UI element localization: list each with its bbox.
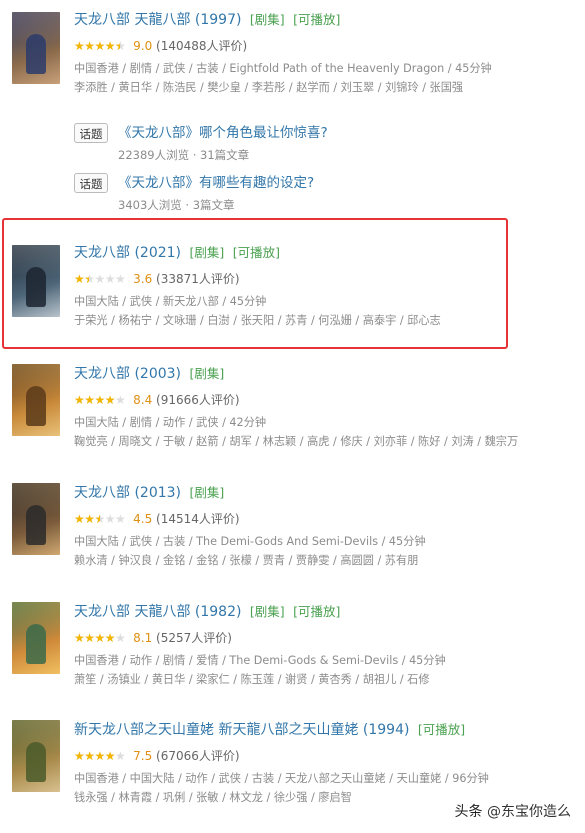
rating-score: 8.1: [133, 631, 153, 645]
meta-genres: 中国大陆 / 武侠 / 新天龙八部 / 45分钟: [74, 295, 267, 308]
result-title-link[interactable]: 天龙八部 天龍八部 (1997): [74, 12, 241, 28]
meta-genres: 中国香港 / 中国大陆 / 动作 / 武侠 / 古装 / 天龙八部之天山童姥 /…: [74, 772, 489, 785]
rating: ★★★★★★★★★★ 8.1 (5257人评价): [74, 630, 575, 646]
rating-score: 7.5: [133, 749, 153, 763]
topic-stats: 3403人浏览 · 3篇文章: [118, 198, 235, 212]
meta-cast: 鞠觉亮 / 周晓文 / 于敏 / 赵箭 / 胡军 / 林志颖 / 高虎 / 修庆…: [74, 435, 519, 448]
rating-score: 3.6: [133, 272, 153, 286]
topic-badge[interactable]: 话题: [74, 173, 108, 193]
meta-genres: 中国香港 / 剧情 / 武侠 / 古装 / Eightfold Path of …: [74, 62, 492, 75]
rating-stars: ★★★★★★★★★★: [74, 749, 126, 763]
result-title-link[interactable]: 天龙八部 (2013): [74, 485, 181, 501]
rating-stars: ★★★★★★★★★★: [74, 272, 126, 286]
tag-series[interactable]: [剧集]: [189, 245, 224, 260]
rating-stars: ★★★★★★★★★★: [74, 39, 126, 53]
rating-stars: ★★★★★★★★★★: [74, 631, 126, 645]
poster-image[interactable]: [12, 245, 60, 317]
meta-cast: 于荣光 / 杨祐宁 / 文咏珊 / 白澍 / 张天阳 / 苏青 / 何泓姗 / …: [74, 314, 441, 327]
tag-playable[interactable]: [可播放]: [293, 604, 340, 619]
tag-playable[interactable]: [可播放]: [293, 12, 340, 27]
watermark: 头条 @东宝你造么: [455, 801, 571, 821]
result-title-link[interactable]: 新天龙八部之天山童姥 新天龍八部之天山童姥 (1994): [74, 722, 409, 738]
poster-image[interactable]: [12, 720, 60, 792]
tag-series[interactable]: [剧集]: [250, 12, 285, 27]
meta-genres: 中国大陆 / 武侠 / 古装 / The Demi-Gods And Semi-…: [74, 535, 426, 548]
rating-count: (67066人评价): [156, 749, 240, 763]
tag-series[interactable]: [剧集]: [189, 485, 224, 500]
topic-question-link[interactable]: 《天龙八部》有哪些有趣的设定?: [118, 173, 314, 193]
result-title-link[interactable]: 天龙八部 (2003): [74, 366, 181, 382]
meta-cast: 赖水清 / 钟汉良 / 金铭 / 金铭 / 张檬 / 贾青 / 贾静雯 / 高圆…: [74, 554, 419, 567]
tag-series[interactable]: [剧集]: [189, 366, 224, 381]
poster-image[interactable]: [12, 602, 60, 674]
rating: ★★★★★★★★★★ 8.4 (91666人评价): [74, 392, 575, 408]
topic-stats: 22389人浏览 · 31篇文章: [118, 148, 250, 162]
rating-count: (14514人评价): [156, 512, 240, 526]
rating-score: 8.4: [133, 393, 153, 407]
rating-score: 9.0: [133, 39, 153, 53]
meta-cast: 萧笙 / 汤镇业 / 黄日华 / 梁家仁 / 陈玉莲 / 谢贤 / 黄杏秀 / …: [74, 673, 430, 686]
rating-score: 4.5: [133, 512, 153, 526]
meta-genres: 中国大陆 / 剧情 / 动作 / 武侠 / 42分钟: [74, 416, 267, 429]
rating-stars: ★★★★★★★★★★: [74, 512, 126, 526]
rating-count: (5257人评价): [156, 631, 232, 645]
result-title-link[interactable]: 天龙八部 (2021): [74, 245, 181, 261]
rating-count: (33871人评价): [156, 272, 240, 286]
rating-stars: ★★★★★★★★★★: [74, 393, 126, 407]
rating-count: (91666人评价): [156, 393, 240, 407]
watermark-prefix: 头条: [454, 804, 483, 820]
rating: ★★★★★★★★★★ 3.6 (33871人评价): [74, 271, 575, 287]
meta-genres: 中国香港 / 动作 / 剧情 / 爱情 / The Demi-Gods & Se…: [74, 654, 446, 667]
watermark-handle: @东宝你造么: [487, 804, 571, 820]
poster-image[interactable]: [12, 12, 60, 84]
topic-question-link[interactable]: 《天龙八部》哪个角色最让你惊喜?: [118, 123, 328, 143]
result-title-link[interactable]: 天龙八部 天龍八部 (1982): [74, 604, 241, 620]
rating-count: (140488人评价): [156, 39, 248, 53]
tag-playable[interactable]: [可播放]: [418, 722, 465, 737]
meta-cast: 李添胜 / 黄日华 / 陈浩民 / 樊少皇 / 李若彤 / 赵学而 / 刘玉翠 …: [74, 81, 464, 94]
rating: ★★★★★★★★★★ 7.5 (67066人评价): [74, 748, 575, 764]
rating: ★★★★★★★★★★ 4.5 (14514人评价): [74, 511, 575, 527]
poster-image[interactable]: [12, 483, 60, 555]
rating: ★★★★★★★★★★ 9.0 (140488人评价): [74, 38, 575, 54]
tag-playable[interactable]: [可播放]: [233, 245, 280, 260]
poster-image[interactable]: [12, 364, 60, 436]
topic-badge[interactable]: 话题: [74, 123, 108, 143]
tag-series[interactable]: [剧集]: [250, 604, 285, 619]
